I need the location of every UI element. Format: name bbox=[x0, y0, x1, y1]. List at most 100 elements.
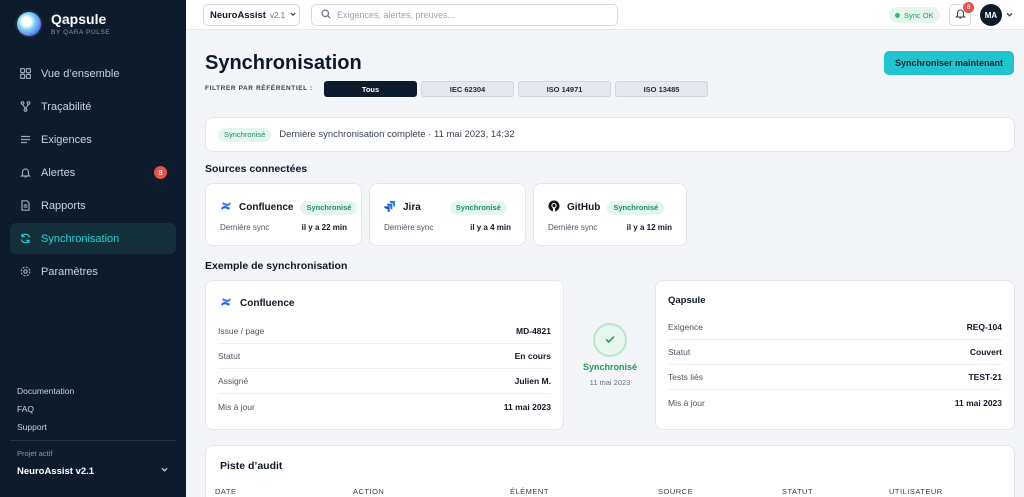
last-sync-value: il y a 4 min bbox=[470, 223, 511, 232]
active-project-select[interactable]: NeuroAssist v2.1 bbox=[17, 465, 169, 477]
filter-chip-iec-62304[interactable]: IEC 62304 bbox=[421, 81, 514, 97]
documentation-link[interactable]: Documentation bbox=[17, 382, 74, 400]
row-label: Mis à jour bbox=[668, 397, 705, 408]
column-header-element[interactable]: ÉLÉMENT bbox=[510, 487, 549, 496]
example-row: Statut En cours bbox=[218, 344, 551, 369]
brand-subtitle: BY QARA PULSE bbox=[51, 29, 111, 36]
sidebar-item-overview[interactable]: Vue d’ensemble bbox=[10, 58, 176, 89]
sidebar-footer-links: Documentation FAQ Support bbox=[17, 382, 74, 436]
column-header-status[interactable]: STATUT bbox=[782, 487, 813, 496]
sync-status-text: Sync OK bbox=[904, 10, 934, 20]
example-target-title: Qapsule bbox=[668, 295, 706, 306]
sync-now-button[interactable]: Synchroniser maintenant bbox=[884, 51, 1014, 75]
chevron-down-icon[interactable] bbox=[1005, 10, 1014, 22]
sidebar-item-label: Synchronisation bbox=[41, 232, 120, 245]
row-label: Statut bbox=[668, 347, 691, 357]
example-row: Exigence REQ-104 bbox=[668, 315, 1002, 340]
app-name: NeuroAssist bbox=[210, 9, 266, 21]
support-link[interactable]: Support bbox=[17, 418, 74, 436]
filter-chip-iso-14971[interactable]: ISO 14971 bbox=[518, 81, 611, 97]
check-icon bbox=[603, 332, 617, 349]
last-sync-label: Dernière sync bbox=[220, 223, 270, 232]
row-label: Issue / page bbox=[218, 326, 265, 336]
sync-icon bbox=[19, 233, 31, 245]
example-target-card: Qapsule Exigence REQ-104 Statut Couvert Te… bbox=[655, 280, 1015, 430]
column-header-source[interactable]: SOURCE bbox=[658, 487, 693, 496]
example-row: Mis à jour 11 mai 2023 bbox=[668, 390, 1002, 415]
active-project-label: Projet actif bbox=[17, 449, 53, 458]
last-sync-label: Dernière sync bbox=[384, 223, 434, 232]
example-row: Issue / page MD-4821 bbox=[218, 319, 551, 344]
search-box bbox=[311, 4, 618, 26]
row-label: Tests liés bbox=[668, 372, 703, 382]
row-value: REQ-104 bbox=[966, 322, 1002, 332]
active-project-name: NeuroAssist v2.1 bbox=[17, 465, 95, 477]
brand[interactable]: Qapsule BY QARA PULSE bbox=[17, 12, 110, 36]
sidebar-item-synchronisation[interactable]: Synchronisation bbox=[10, 223, 176, 254]
last-sync-banner: Synchronisé Dernière synchronisation com… bbox=[205, 117, 1015, 152]
jira-icon bbox=[384, 200, 396, 215]
branch-icon bbox=[19, 101, 31, 113]
search-input[interactable] bbox=[337, 10, 607, 20]
last-sync-value: il y a 12 min bbox=[626, 223, 672, 232]
sidebar-item-alerts[interactable]: Alertes 8 bbox=[10, 157, 176, 188]
column-header-user[interactable]: UTILISATEUR bbox=[889, 487, 943, 496]
example-row: Assigné Julien M. bbox=[218, 369, 551, 394]
list-icon bbox=[19, 134, 31, 146]
sync-state-date: 11 mai 2023 bbox=[589, 378, 631, 387]
sidebar-item-requirements[interactable]: Exigences bbox=[10, 124, 176, 155]
sidebar-item-settings[interactable]: Paramètres bbox=[10, 256, 176, 287]
user-avatar[interactable]: MA bbox=[980, 4, 1002, 26]
sync-check-circle bbox=[593, 323, 627, 357]
example-row: Tests liés TEST-21 bbox=[668, 365, 1002, 390]
source-card-github[interactable]: GitHub Synchronisé Dernière sync il y a … bbox=[533, 183, 687, 246]
row-value: 11 mai 2023 bbox=[954, 397, 1002, 408]
sidebar-item-traceability[interactable]: Traçabilité bbox=[10, 91, 176, 122]
brand-name: Qapsule bbox=[51, 11, 107, 27]
last-sync-label: Dernière sync bbox=[548, 223, 598, 232]
app-selector[interactable]: NeuroAssist v2.1 bbox=[203, 4, 300, 26]
sidebar-item-label: Vue d’ensemble bbox=[41, 67, 120, 80]
example-row: Statut Couvert bbox=[668, 340, 1002, 365]
filter-chip-all[interactable]: Tous bbox=[324, 81, 417, 97]
document-icon bbox=[19, 200, 31, 212]
example-source-title: Confluence bbox=[240, 298, 295, 309]
column-header-date[interactable]: DATE bbox=[215, 487, 236, 496]
row-value: Julien M. bbox=[514, 376, 551, 386]
row-label: Statut bbox=[218, 351, 241, 361]
source-card-jira[interactable]: Jira Synchronisé Dernière sync il y a 4 … bbox=[369, 183, 526, 246]
sync-state-label: Synchronisé bbox=[582, 362, 638, 372]
status-badge: Synchronisé bbox=[449, 200, 507, 215]
notifications-button[interactable]: 8 bbox=[949, 2, 974, 26]
last-sync-value: il y a 22 min bbox=[301, 223, 347, 232]
last-sync-text: Dernière synchronisation complète · 11 m… bbox=[279, 129, 515, 140]
grid-icon bbox=[19, 68, 31, 80]
sidebar-divider bbox=[10, 440, 176, 441]
filter-label: FILTRER PAR RÉFÉRENTIEL : bbox=[205, 85, 313, 92]
sidebar-item-label: Exigences bbox=[41, 133, 92, 146]
confluence-icon bbox=[220, 200, 232, 215]
sidebar-nav: Vue d’ensemble Traçabilité Exigences Ale… bbox=[10, 58, 176, 289]
row-label: Exigence bbox=[668, 322, 703, 332]
sidebar-item-reports[interactable]: Rapports bbox=[10, 190, 176, 221]
source-name: GitHub bbox=[567, 202, 601, 213]
row-value: Couvert bbox=[969, 347, 1002, 357]
column-header-action[interactable]: ACTION bbox=[353, 487, 384, 496]
sidebar-item-label: Rapports bbox=[41, 199, 86, 212]
confluence-icon bbox=[220, 296, 232, 311]
sidebar-item-label: Paramètres bbox=[41, 265, 98, 278]
sync-status-pill: Sync OK bbox=[889, 7, 940, 23]
chevron-down-icon bbox=[289, 10, 297, 21]
github-icon bbox=[548, 200, 560, 215]
sidebar: Qapsule BY QARA PULSE Vue d’ensemble Tra… bbox=[0, 0, 186, 497]
filter-chip-iso-13485[interactable]: ISO 13485 bbox=[615, 81, 708, 97]
status-badge: Synchronisé bbox=[300, 200, 358, 215]
source-card-confluence[interactable]: Confluence Synchronisé Dernière sync il … bbox=[205, 183, 362, 246]
row-value: En cours bbox=[514, 351, 551, 361]
notification-count-badge: 8 bbox=[963, 2, 974, 13]
sidebar-item-label: Traçabilité bbox=[41, 100, 92, 113]
status-badge: Synchronisé bbox=[607, 200, 665, 215]
row-label: Mis à jour bbox=[218, 401, 255, 412]
example-source-card: Confluence Issue / page MD-4821 Statut En … bbox=[205, 280, 564, 430]
faq-link[interactable]: FAQ bbox=[17, 400, 74, 418]
